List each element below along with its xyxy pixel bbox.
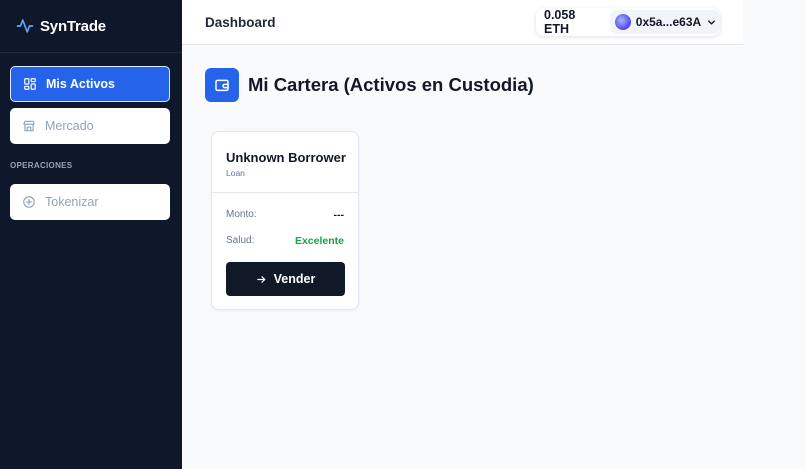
- amount-label: Monto:: [226, 209, 257, 220]
- card-divider: [212, 192, 358, 193]
- sidebar-item-label: Mis Activos: [46, 77, 116, 91]
- asset-type: Loan: [226, 168, 245, 178]
- asset-card: Unknown Borrower Loan Monto: --- Salud: …: [211, 131, 359, 310]
- plus-circle-icon: [22, 195, 36, 209]
- brand[interactable]: SynTrade: [0, 0, 182, 53]
- sidebar-item-label: Tokenizar: [45, 195, 99, 209]
- wallet-address: 0x5a...e63A: [635, 15, 702, 29]
- top-bar: Dashboard 0.058 ETH 0x5a...e63A: [182, 0, 743, 45]
- store-icon: [22, 119, 36, 133]
- sidebar-item-mercado[interactable]: Mercado: [10, 108, 170, 144]
- wallet-icon: [205, 68, 239, 102]
- app-name: SynTrade: [40, 17, 106, 35]
- health-label: Salud:: [226, 235, 255, 246]
- sell-button[interactable]: Vender: [226, 262, 345, 296]
- sidebar-item-mis-activos[interactable]: Mis Activos: [10, 66, 170, 102]
- avatar: [614, 14, 631, 30]
- eth-balance: 0.058 ETH: [544, 8, 576, 36]
- account-button[interactable]: 0x5a...e63A: [609, 10, 720, 34]
- sell-button-label: Vender: [273, 272, 316, 286]
- sidebar: SynTrade Mis Activos Mercado OPERACIONES…: [0, 0, 182, 469]
- grid-icon: [23, 77, 37, 91]
- section-label-operaciones: OPERACIONES: [10, 161, 73, 170]
- sidebar-item-tokenizar[interactable]: Tokenizar: [10, 184, 170, 220]
- chevron-down-icon: [706, 17, 717, 28]
- header-title: Dashboard: [205, 15, 276, 30]
- arrow-right-icon: [256, 274, 267, 285]
- activity-icon: [16, 17, 34, 35]
- health-value: Excelente: [294, 235, 344, 247]
- wallet-widget: 0.058 ETH 0x5a...e63A: [536, 8, 720, 36]
- sidebar-item-label: Mercado: [45, 119, 94, 133]
- page-header: Mi Cartera (Activos en Custodia): [205, 68, 534, 102]
- amount-value: ---: [333, 209, 345, 221]
- asset-name: Unknown Borrower: [226, 150, 346, 165]
- page-title: Mi Cartera (Activos en Custodia): [248, 74, 534, 95]
